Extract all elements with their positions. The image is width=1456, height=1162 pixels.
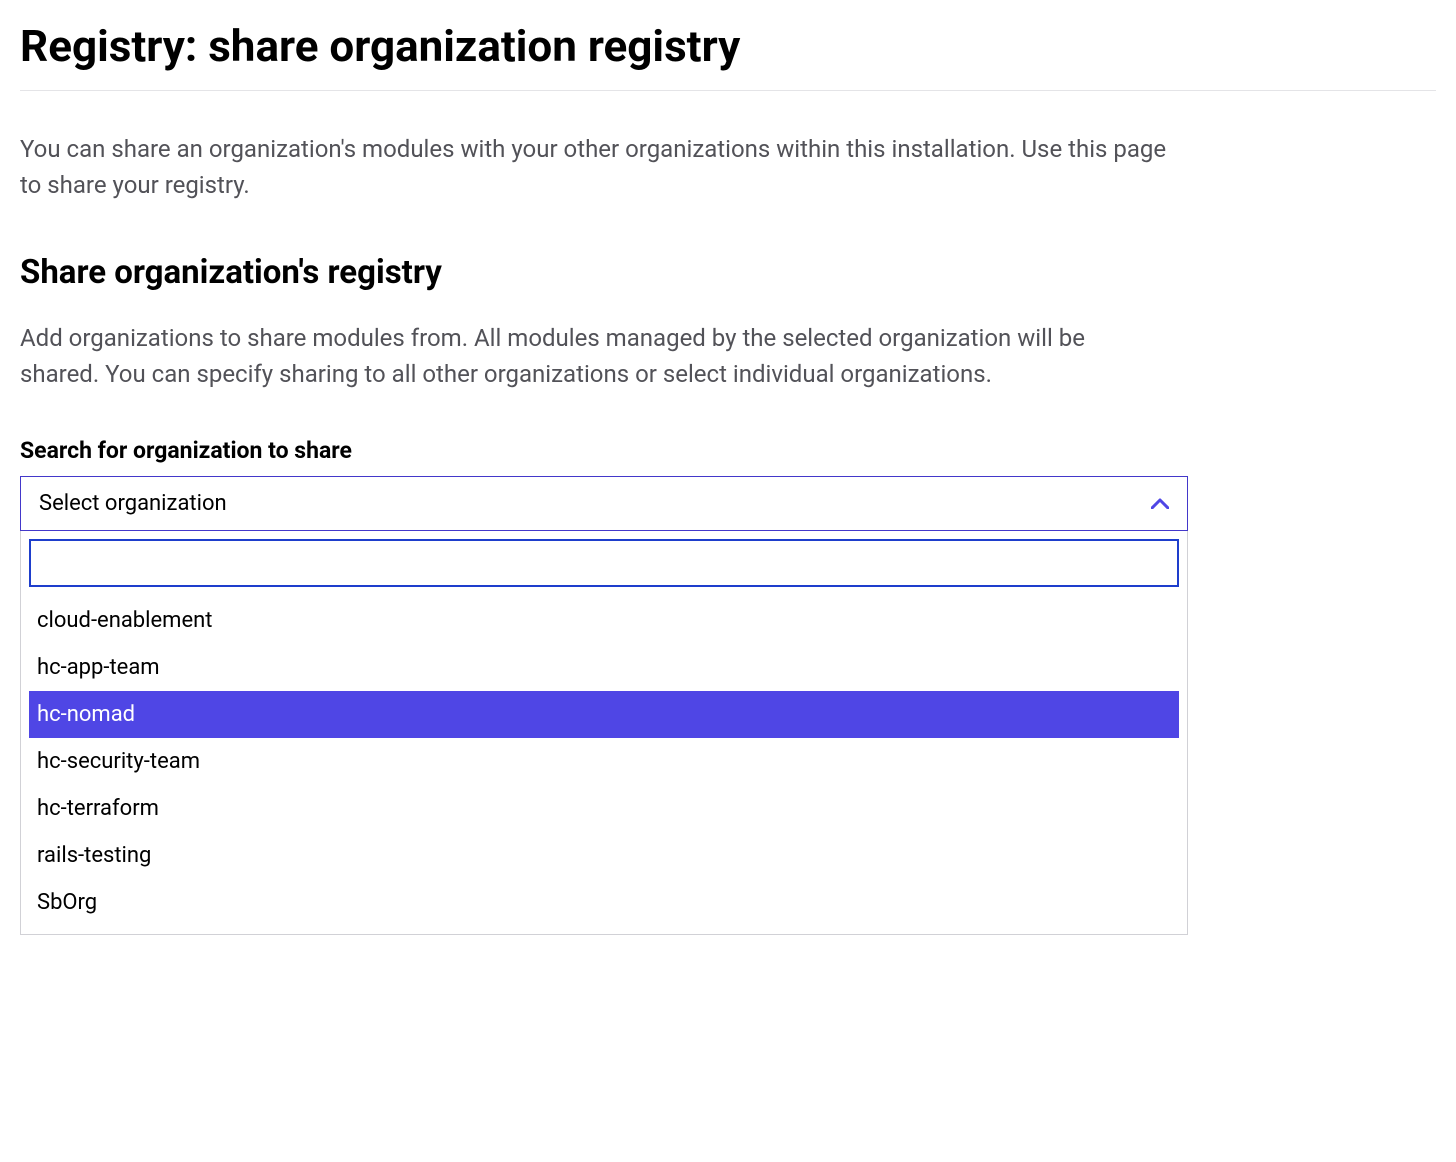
- page-title: Registry: share organization registry: [20, 20, 1436, 72]
- options-list[interactable]: cloud-enablementhc-app-teamhc-nomadhc-se…: [29, 597, 1179, 926]
- select-placeholder: Select organization: [39, 491, 227, 516]
- option-item[interactable]: hc-app-team: [29, 644, 1179, 691]
- select-label: Search for organization to share: [20, 437, 1436, 464]
- section-title: Share organization's registry: [20, 253, 1436, 292]
- option-item[interactable]: SbOrg: [29, 879, 1179, 926]
- title-divider: [20, 90, 1436, 91]
- option-item[interactable]: hc-nomad: [29, 691, 1179, 738]
- option-item[interactable]: hc-security-team: [29, 738, 1179, 785]
- option-item[interactable]: hc-terraform: [29, 785, 1179, 832]
- dropdown-panel: cloud-enablementhc-app-teamhc-nomadhc-se…: [20, 531, 1188, 935]
- search-input[interactable]: [29, 539, 1179, 587]
- chevron-up-icon: [1151, 495, 1169, 513]
- page-description: You can share an organization's modules …: [20, 131, 1170, 203]
- option-item[interactable]: cloud-enablement: [29, 597, 1179, 644]
- organization-select: Select organization cloud-enablementhc-a…: [20, 476, 1188, 531]
- select-trigger[interactable]: Select organization: [20, 476, 1188, 531]
- section-description: Add organizations to share modules from.…: [20, 320, 1170, 392]
- option-item[interactable]: rails-testing: [29, 832, 1179, 879]
